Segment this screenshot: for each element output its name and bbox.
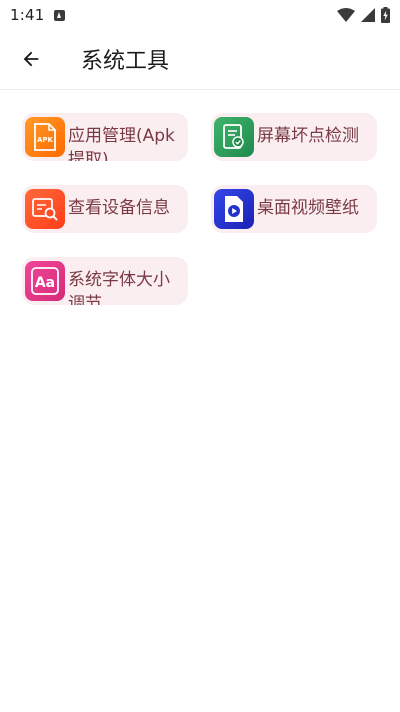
tool-card-video-wallpaper[interactable]: 桌面视频壁纸	[211, 185, 377, 233]
search-info-icon	[25, 189, 65, 229]
document-check-icon	[214, 117, 254, 157]
tool-label: 桌面视频壁纸	[257, 198, 359, 218]
tool-label: 系统字体大小调节	[68, 270, 170, 305]
svg-text:APK: APK	[37, 136, 54, 144]
battery-charging-icon	[381, 7, 390, 23]
wifi-icon	[337, 8, 355, 22]
page-title: 系统工具	[81, 49, 170, 74]
tool-label: 屏幕坏点检测	[257, 126, 359, 146]
signal-icon	[361, 8, 375, 22]
tool-card-font-size[interactable]: Aa 系统字体大小调节	[22, 257, 188, 305]
video-file-icon	[214, 189, 254, 229]
tool-label: 查看设备信息	[68, 198, 170, 218]
tool-card-device-info[interactable]: 查看设备信息	[22, 185, 188, 233]
tool-card-screen-dead-pixel[interactable]: 屏幕坏点检测	[211, 113, 377, 161]
status-bar: 1:41	[0, 0, 400, 30]
font-aa-icon: Aa	[25, 261, 65, 301]
status-left: 1:41	[10, 6, 66, 24]
status-right	[337, 7, 390, 23]
notification-icon	[54, 9, 66, 21]
app-bar-divider	[0, 89, 400, 90]
back-button[interactable]	[7, 35, 55, 83]
apk-icon: APK	[25, 117, 65, 157]
svg-text:Aa: Aa	[35, 275, 55, 291]
status-time: 1:41	[10, 6, 45, 24]
tool-card-apk-manager[interactable]: APK 应用管理(Apk提取)	[22, 113, 188, 161]
app-bar: 系统工具	[0, 30, 400, 88]
tool-label: 应用管理(Apk提取)	[68, 126, 175, 161]
arrow-back-icon	[23, 51, 39, 67]
